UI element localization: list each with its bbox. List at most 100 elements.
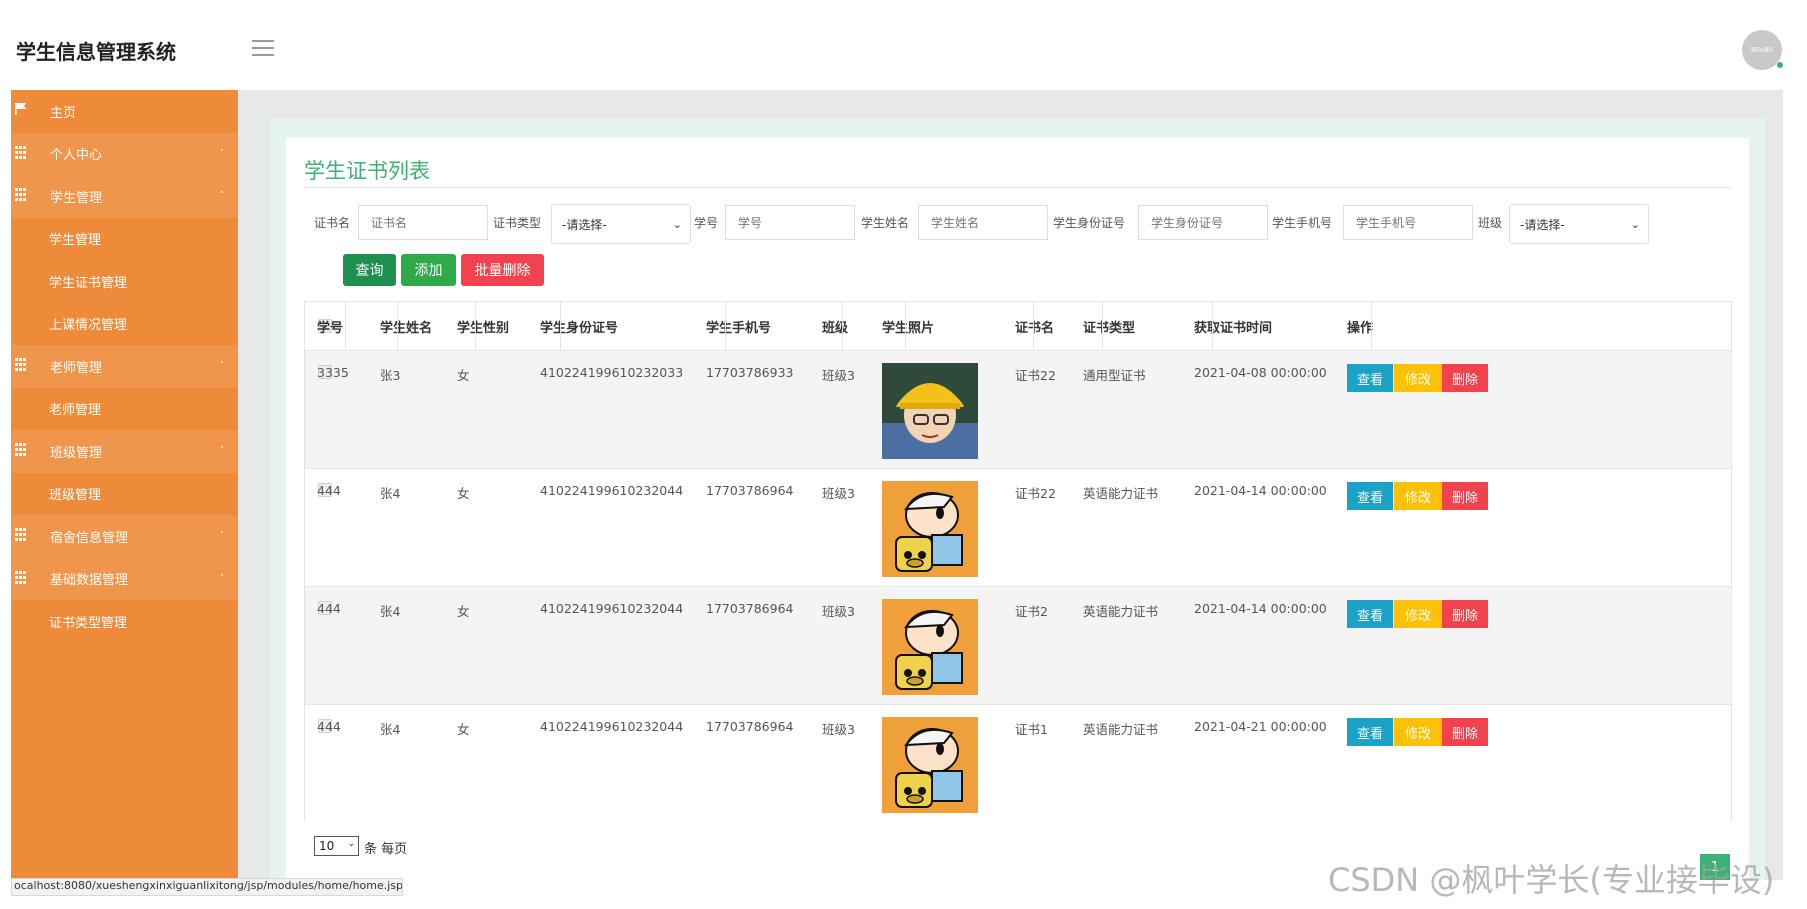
add-button[interactable]: 添加 xyxy=(401,254,456,286)
grid-icon xyxy=(15,570,29,585)
sidebar-item-0[interactable]: 主页 xyxy=(11,90,238,133)
student-photo xyxy=(882,599,978,695)
cert-name-input[interactable] xyxy=(358,205,488,240)
view-button[interactable]: 查看 xyxy=(1347,718,1393,746)
cell-name: 张4 xyxy=(380,486,401,501)
cell-time: 2021-04-21 00:00:00 xyxy=(1194,719,1327,734)
avatar[interactable]: 80x80 xyxy=(1742,30,1783,70)
chevron-down-icon: ⌄ xyxy=(347,839,355,849)
cell-type: 通用型证书 xyxy=(1083,368,1146,383)
delete-button[interactable]: 删除 xyxy=(1442,600,1488,628)
sidebar-item-1[interactable]: 个人中心 ˅ xyxy=(11,132,238,175)
view-button[interactable]: 查看 xyxy=(1347,364,1393,392)
student-name-input[interactable] xyxy=(918,205,1048,240)
cert-table: 学号 学生姓名 学生性别 学生身份证号 学生手机号 班级 学生照片 证书名 证书类型 获取证书时间… xyxy=(304,301,1732,822)
sidebar-item-label: 证书类型管理 xyxy=(49,615,128,631)
sidebar-item-10[interactable]: 宿舍信息管理 ˅ xyxy=(11,515,238,558)
sidebar-item-label: 学生证书管理 xyxy=(49,275,128,291)
delete-button[interactable]: 删除 xyxy=(1442,482,1488,510)
grid-icon xyxy=(15,528,29,542)
sidebar-item-label: 主页 xyxy=(50,105,77,121)
cell-type: 英语能力证书 xyxy=(1083,604,1159,619)
page-size-select[interactable]: 10 ⌄ xyxy=(314,836,359,856)
cell-no: 444 xyxy=(317,719,341,734)
chevron-up-icon: ˄ xyxy=(219,446,225,457)
cell-phone: 17703786964 xyxy=(706,483,794,498)
phone-label: 学生手机号 xyxy=(1272,216,1333,230)
cert-name-label: 证书名 xyxy=(314,216,351,230)
sidebar-item-label: 基础数据管理 xyxy=(50,573,129,589)
edit-button[interactable]: 修改 xyxy=(1394,482,1442,510)
cert-type-select[interactable]: -请选择- ⌄ xyxy=(551,204,691,244)
table-row: 444 张4 女 410224199610232044 17703786964 班级3 证书… xyxy=(305,586,1731,704)
cell-class: 班级3 xyxy=(822,368,855,383)
sidebar-item-label: 个人中心 xyxy=(50,148,103,164)
table-header-cell: 证书名 xyxy=(1015,320,1055,336)
sidebar-item-11[interactable]: 基础数据管理 ˄ xyxy=(11,557,238,600)
view-button[interactable]: 查看 xyxy=(1347,600,1393,628)
id-card-input[interactable] xyxy=(1138,205,1268,240)
sidebar-item-label: 老师管理 xyxy=(49,403,102,419)
edit-button[interactable]: 修改 xyxy=(1394,718,1442,746)
class-select[interactable]: -请选择- ⌄ xyxy=(1509,204,1649,244)
batch-delete-button[interactable]: 批量删除 xyxy=(461,254,544,286)
delete-button[interactable]: 删除 xyxy=(1442,718,1488,746)
cell-name: 张3 xyxy=(380,368,401,383)
sidebar-item-9[interactable]: 班级管理 xyxy=(11,473,238,516)
table-row: 444 张4 女 410224199610232044 17703786964 班级3 证书… xyxy=(305,704,1731,822)
student-no-label: 学号 xyxy=(694,216,719,230)
edit-button[interactable]: 修改 xyxy=(1394,600,1442,628)
sidebar-item-label: 学生管理 xyxy=(50,190,103,206)
sidebar-item-7[interactable]: 老师管理 xyxy=(11,388,238,431)
cell-no: 444 xyxy=(317,601,341,616)
table-row: 3335 张3 女 410224199610232033 17703786933 班级3 证… xyxy=(305,350,1731,468)
chevron-down-icon: ⌄ xyxy=(672,218,682,231)
query-button[interactable]: 查询 xyxy=(343,254,396,286)
cell-gender: 女 xyxy=(457,368,470,383)
table-row: 444 张4 女 410224199610232044 17703786964 班级3 证书… xyxy=(305,468,1731,586)
sidebar-item-4[interactable]: 学生证书管理 xyxy=(11,260,238,303)
student-photo xyxy=(882,481,978,577)
class-select-value: -请选择- xyxy=(1520,217,1565,232)
student-no-input[interactable] xyxy=(725,205,855,240)
cell-time: 2021-04-14 00:00:00 xyxy=(1194,601,1327,616)
sidebar-item-2[interactable]: 学生管理 ˄ xyxy=(11,175,238,218)
cell-no: 444 xyxy=(317,483,341,498)
cell-cert: 证书1 xyxy=(1015,722,1048,737)
cell-cert: 证书2 xyxy=(1015,604,1048,619)
status-bar-url: ocalhost:8080/xueshengxinxiguanlixitong/… xyxy=(11,878,403,896)
top-bar: 学生信息管理系统 80x80 xyxy=(0,0,1807,90)
delete-button[interactable]: 删除 xyxy=(1442,364,1488,392)
cell-gender: 女 xyxy=(457,604,470,619)
table-header-cell: 学生身份证号 xyxy=(540,320,619,336)
sidebar-item-label: 上课情况管理 xyxy=(49,318,128,334)
sidebar-item-6[interactable]: 老师管理 ˄ xyxy=(11,345,238,388)
table-header-cell: 学号 xyxy=(317,320,344,336)
view-button[interactable]: 查看 xyxy=(1347,482,1393,510)
cell-gender: 女 xyxy=(457,486,470,501)
sidebar-item-3[interactable]: 学生管理 xyxy=(11,218,238,261)
cell-type: 英语能力证书 xyxy=(1083,722,1159,737)
table-header-cell: 操作 xyxy=(1347,320,1374,336)
cell-id-card: 410224199610232044 xyxy=(540,601,684,616)
per-page-text: 条 每页 xyxy=(364,842,408,857)
sidebar-item-8[interactable]: 班级管理 ˄ xyxy=(11,430,238,473)
table-header-cell: 学生照片 xyxy=(882,320,935,336)
chevron-up-icon: ˄ xyxy=(219,191,225,202)
chevron-up-icon: ˄ xyxy=(219,573,225,584)
edit-button[interactable]: 修改 xyxy=(1394,364,1442,392)
menu-toggle-icon[interactable] xyxy=(252,40,274,56)
student-photo xyxy=(882,363,978,459)
table-header-cell: 班级 xyxy=(822,320,849,336)
phone-input[interactable] xyxy=(1343,205,1473,240)
cell-class: 班级3 xyxy=(822,486,855,501)
cell-cert: 证书22 xyxy=(1015,486,1056,501)
student-photo xyxy=(882,717,978,813)
sidebar-item-5[interactable]: 上课情况管理 xyxy=(11,303,238,346)
grid-icon xyxy=(15,443,29,457)
cell-class: 班级3 xyxy=(822,722,855,737)
cell-cert: 证书22 xyxy=(1015,368,1056,383)
chevron-down-icon: ˅ xyxy=(219,531,225,542)
sidebar-item-12[interactable]: 证书类型管理 xyxy=(11,600,238,643)
cell-phone: 17703786933 xyxy=(706,365,794,380)
